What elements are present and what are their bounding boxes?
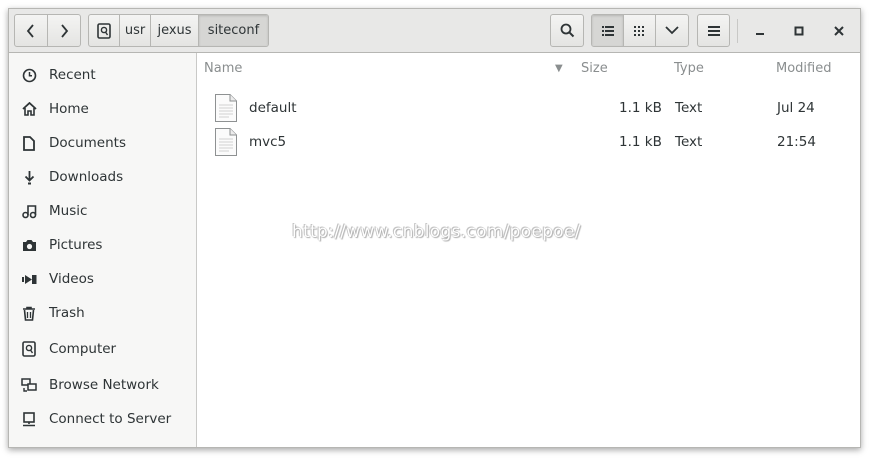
- breadcrumb-label: siteconf: [207, 23, 260, 38]
- maximize-button[interactable]: [781, 14, 817, 47]
- column-header-modified[interactable]: Modified: [776, 61, 831, 76]
- clock-icon: [22, 68, 36, 82]
- list-view-button[interactable]: [592, 15, 625, 46]
- close-button[interactable]: [821, 14, 857, 47]
- sidebar-item-label: Music: [49, 203, 88, 219]
- music-icon: [21, 204, 36, 218]
- file-modified: Jul 24: [777, 100, 815, 116]
- server-icon: [23, 411, 35, 426]
- table-row[interactable]: default 1.1 kB Text Jul 24: [198, 91, 860, 125]
- file-name: mvc5: [249, 134, 287, 150]
- minimize-icon: [756, 32, 764, 35]
- home-icon: [21, 102, 37, 116]
- file-name: default: [249, 100, 297, 116]
- breadcrumb-root[interactable]: [89, 15, 120, 46]
- sidebar-item-videos[interactable]: Videos: [9, 264, 197, 294]
- file-size: 1.1 kB: [619, 134, 662, 150]
- chevron-left-icon: [26, 23, 34, 38]
- close-icon: [834, 25, 844, 36]
- file-list: Name ▼ Size Type Modified default 1.1 kB…: [198, 53, 860, 447]
- trash-icon: [23, 306, 35, 321]
- search-button[interactable]: [550, 14, 584, 47]
- maximize-icon: [794, 26, 804, 35]
- breadcrumb: usr jexus siteconf: [88, 14, 269, 47]
- table-row[interactable]: mvc5 1.1 kB Text 21:54: [198, 125, 860, 159]
- list-view-icon: [601, 25, 614, 36]
- sidebar-item-label: Browse Network: [49, 377, 159, 393]
- sidebar-item-pictures[interactable]: Pictures: [9, 230, 197, 260]
- breadcrumb-usr[interactable]: usr: [120, 15, 151, 46]
- sidebar-item-downloads[interactable]: Downloads: [9, 162, 197, 192]
- view-options-button[interactable]: [656, 15, 688, 46]
- column-header-type[interactable]: Type: [674, 61, 704, 76]
- file-type: Text: [675, 100, 703, 116]
- chevron-down-icon: [665, 26, 679, 35]
- minimize-button[interactable]: [742, 14, 778, 47]
- chevron-right-icon: [61, 23, 68, 38]
- download-icon: [24, 170, 34, 184]
- column-header-name[interactable]: Name: [204, 61, 242, 76]
- breadcrumb-jexus[interactable]: jexus: [151, 15, 199, 46]
- text-file-icon: [215, 94, 237, 122]
- drive-icon: [97, 22, 111, 39]
- sidebar-item-connect-to-server[interactable]: Connect to Server: [9, 404, 197, 434]
- sidebar: Recent Home Documents Downloads Music Pi…: [9, 53, 197, 447]
- text-file-icon: [215, 128, 237, 156]
- document-icon: [23, 135, 35, 151]
- view-switcher: [591, 14, 689, 47]
- sidebar-item-label: Pictures: [49, 237, 103, 253]
- back-button[interactable]: [15, 15, 48, 46]
- sidebar-item-browse-network[interactable]: Browse Network: [9, 370, 197, 400]
- sidebar-item-documents[interactable]: Documents: [9, 128, 197, 158]
- grid-view-button[interactable]: [624, 15, 656, 46]
- navigation-buttons: [14, 14, 81, 47]
- header-separator: [737, 19, 738, 43]
- sidebar-item-music[interactable]: Music: [9, 196, 197, 226]
- sidebar-item-label: Recent: [49, 67, 96, 83]
- watermark: http://www.cnblogs.com/poepoe/: [292, 222, 581, 242]
- computer-icon: [22, 341, 36, 357]
- sidebar-item-trash[interactable]: Trash: [9, 298, 197, 328]
- menu-button[interactable]: [697, 14, 730, 47]
- breadcrumb-label: usr: [124, 23, 146, 38]
- breadcrumb-siteconf[interactable]: siteconf: [199, 15, 268, 46]
- sort-indicator-icon: ▼: [555, 63, 563, 74]
- sidebar-item-label: Connect to Server: [49, 411, 172, 427]
- network-icon: [21, 377, 37, 392]
- file-modified: 21:54: [777, 134, 816, 150]
- header-bar: usr jexus siteconf: [9, 9, 860, 53]
- sidebar-item-recent[interactable]: Recent: [9, 60, 197, 90]
- file-size: 1.1 kB: [619, 100, 662, 116]
- sidebar-item-computer[interactable]: Computer: [9, 334, 197, 364]
- column-header-size[interactable]: Size: [581, 61, 608, 76]
- sidebar-item-label: Documents: [49, 135, 126, 151]
- sidebar-item-home[interactable]: Home: [9, 94, 197, 124]
- search-icon: [560, 23, 574, 38]
- sidebar-item-label: Home: [49, 101, 89, 117]
- hamburger-icon: [707, 25, 720, 36]
- grid-view-icon: [634, 25, 644, 36]
- camera-icon: [22, 239, 36, 251]
- sidebar-item-label: Videos: [49, 271, 94, 287]
- forward-button[interactable]: [48, 15, 81, 46]
- sidebar-item-label: Downloads: [49, 169, 124, 185]
- sidebar-item-label: Computer: [49, 341, 117, 357]
- file-type: Text: [675, 134, 703, 150]
- video-icon: [21, 274, 36, 284]
- breadcrumb-label: jexus: [157, 23, 192, 38]
- sidebar-item-label: Trash: [49, 305, 85, 321]
